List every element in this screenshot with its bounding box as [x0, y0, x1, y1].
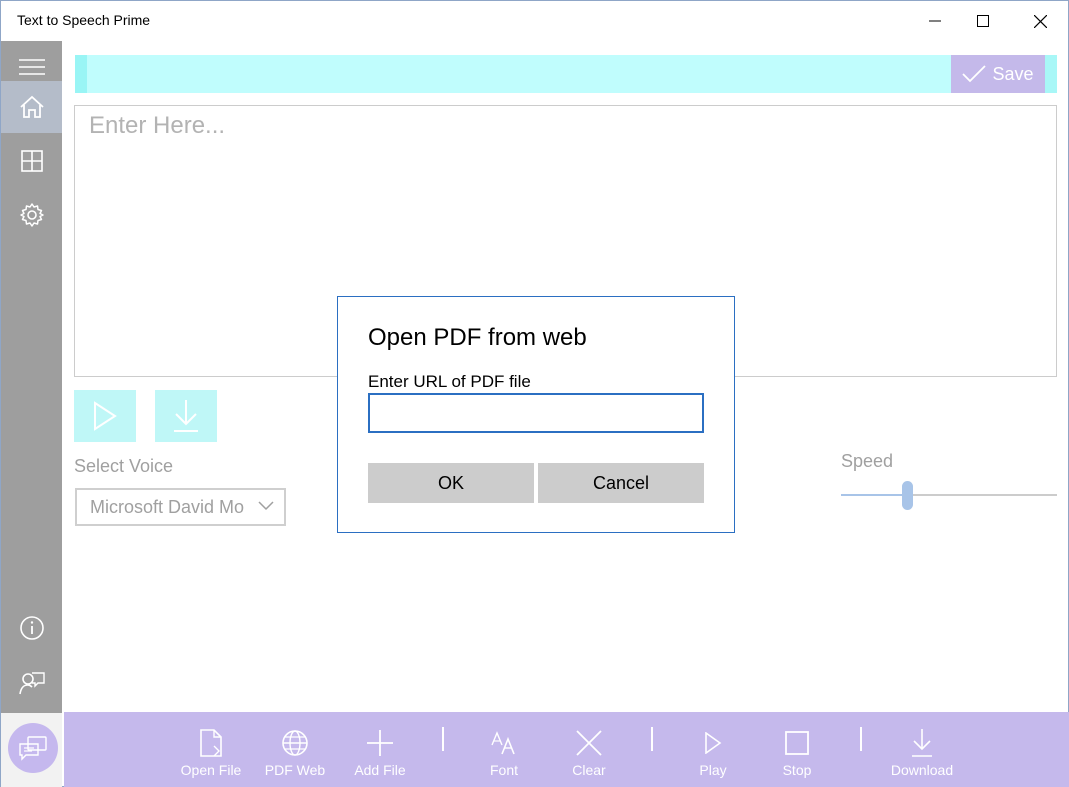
top-bar-strip-right — [1045, 55, 1057, 93]
url-input[interactable] — [368, 393, 704, 433]
sidebar-item-home[interactable] — [1, 81, 62, 133]
maximize-icon — [977, 15, 989, 27]
toolbar-label: Play — [699, 762, 727, 778]
toolbar-label: Font — [489, 762, 518, 778]
toolbar-separator — [442, 727, 444, 751]
chat-icon — [19, 736, 47, 761]
dialog-title: Open PDF from web — [368, 324, 587, 351]
toolbar-label: Open File — [180, 762, 242, 778]
top-bar-strip — [75, 55, 87, 93]
font-button[interactable]: Font — [459, 712, 549, 787]
gear-icon — [19, 203, 44, 227]
speed-slider-fill — [841, 494, 908, 496]
select-voice-label: Select Voice — [74, 456, 174, 476]
toolbar-play-button[interactable]: Play — [668, 712, 758, 787]
open-pdf-dialog: Open PDF from web Enter URL of PDF file … — [337, 296, 735, 533]
open-file-button[interactable]: Open File — [166, 712, 256, 787]
download-icon — [912, 729, 932, 757]
pdf-web-button[interactable]: PDF Web — [250, 712, 340, 787]
save-label: Save — [992, 63, 1034, 84]
speed-label: Speed — [841, 451, 894, 471]
cancel-button[interactable]: Cancel — [538, 463, 704, 503]
maximize-button[interactable] — [960, 1, 1006, 41]
chevron-down-icon — [258, 501, 274, 511]
top-bar: Save — [75, 55, 1057, 93]
close-button[interactable] — [1017, 1, 1063, 41]
toolbar-label: Download — [890, 762, 954, 778]
clear-x-icon — [576, 730, 602, 756]
sidebar-item-feedback[interactable] — [1, 657, 62, 709]
minimize-icon — [929, 20, 941, 22]
toolbar-label: Stop — [782, 762, 812, 778]
title-bar: Text to Speech Prime — [1, 1, 1068, 41]
toolbar-stop-button[interactable]: Stop — [752, 712, 842, 787]
speed-slider-thumb[interactable] — [902, 481, 914, 510]
grid-icon — [20, 150, 43, 172]
info-icon — [19, 616, 44, 640]
feedback-icon — [18, 672, 45, 695]
save-button[interactable]: Save — [951, 55, 1045, 93]
toolbar-label: Clear — [572, 762, 606, 778]
toolbar-label: Add File — [354, 762, 406, 778]
app-window: Text to Speech Prime Save Enter Here... … — [0, 0, 1069, 787]
play-icon — [705, 732, 722, 754]
toolbar-separator — [860, 727, 862, 751]
clear-button[interactable]: Clear — [544, 712, 634, 787]
toolbar-download-button[interactable]: Download — [877, 712, 967, 787]
voice-select[interactable]: Microsoft David Mo — [75, 488, 286, 526]
font-size-icon — [491, 731, 515, 755]
minimize-button[interactable] — [912, 1, 958, 41]
globe-icon — [282, 730, 308, 756]
download-icon — [174, 400, 198, 432]
toolbar-label: PDF Web — [264, 762, 326, 778]
download-button[interactable] — [155, 390, 217, 442]
window-title: Text to Speech Prime — [17, 12, 151, 28]
checkmark-icon — [962, 65, 987, 83]
open-file-icon — [200, 729, 222, 757]
play-icon — [94, 401, 117, 431]
home-icon — [19, 95, 44, 118]
add-file-button[interactable]: Add File — [335, 712, 425, 787]
hamburger-menu-icon — [18, 59, 45, 75]
text-placeholder: Enter Here... — [89, 112, 226, 139]
voice-selected-value: Microsoft David Mo — [90, 496, 245, 517]
sidebar — [1, 41, 62, 787]
stop-icon — [785, 731, 809, 755]
ok-button[interactable]: OK — [368, 463, 534, 503]
sidebar-item-info[interactable] — [1, 602, 62, 654]
sidebar-item-grid[interactable] — [1, 135, 62, 187]
url-label: Enter URL of PDF file — [368, 372, 531, 391]
play-button[interactable] — [74, 390, 136, 442]
chat-button[interactable] — [8, 723, 58, 773]
close-icon — [1033, 14, 1047, 28]
toolbar-separator — [651, 727, 653, 751]
bottom-toolbar: Open File PDF Web Add File Font Clear Pl… — [64, 712, 1069, 787]
sidebar-item-settings[interactable] — [1, 189, 62, 241]
plus-icon — [367, 730, 393, 756]
